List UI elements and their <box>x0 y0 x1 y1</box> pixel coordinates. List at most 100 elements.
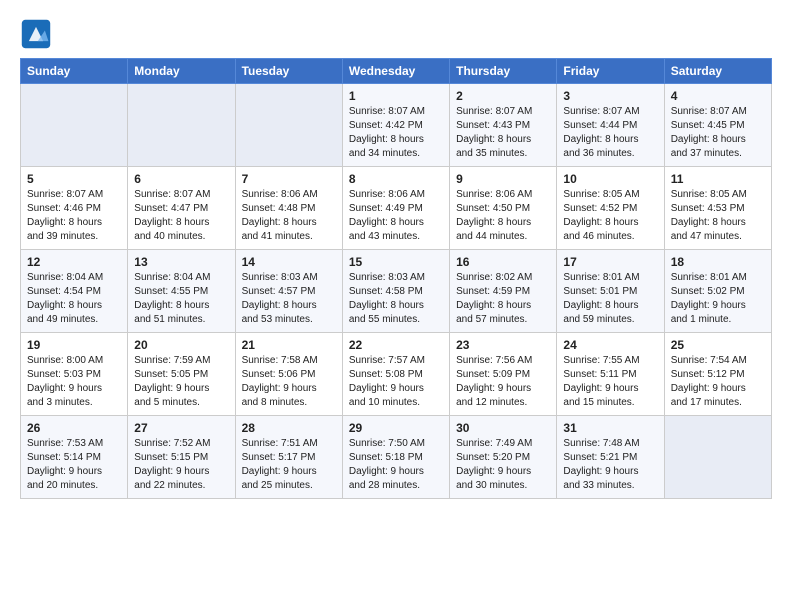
calendar-cell: 10 Sunrise: 8:05 AM Sunset: 4:52 PM Dayli… <box>557 167 664 250</box>
day-header-friday: Friday <box>557 59 664 84</box>
calendar-cell: 7 Sunrise: 8:06 AM Sunset: 4:48 PM Daylig… <box>235 167 342 250</box>
day-number: 4 <box>671 89 765 103</box>
day-info: Sunrise: 7:54 AM Sunset: 5:12 PM Dayligh… <box>671 354 765 410</box>
day-number: 9 <box>456 172 550 186</box>
calendar-cell: 24 Sunrise: 7:55 AM Sunset: 5:11 PM Dayli… <box>557 333 664 416</box>
calendar-cell <box>235 84 342 167</box>
calendar-cell: 28 Sunrise: 7:51 AM Sunset: 5:17 PM Dayli… <box>235 416 342 499</box>
day-number: 22 <box>349 338 443 352</box>
calendar-cell: 26 Sunrise: 7:53 AM Sunset: 5:14 PM Dayli… <box>21 416 128 499</box>
calendar-cell: 18 Sunrise: 8:01 AM Sunset: 5:02 PM Dayli… <box>664 250 771 333</box>
day-info: Sunrise: 8:00 AM Sunset: 5:03 PM Dayligh… <box>27 354 121 410</box>
days-header-row: SundayMondayTuesdayWednesdayThursdayFrid… <box>21 59 772 84</box>
day-info: Sunrise: 8:03 AM Sunset: 4:57 PM Dayligh… <box>242 271 336 327</box>
day-info: Sunrise: 8:04 AM Sunset: 4:55 PM Dayligh… <box>134 271 228 327</box>
week-row-2: 5Sunrise: 8:07 AM Sunset: 4:46 PM Daylig… <box>21 167 772 250</box>
day-number: 10 <box>563 172 657 186</box>
calendar-cell <box>664 416 771 499</box>
day-header-tuesday: Tuesday <box>235 59 342 84</box>
day-number: 7 <box>242 172 336 186</box>
day-header-saturday: Saturday <box>664 59 771 84</box>
day-info: Sunrise: 7:53 AM Sunset: 5:14 PM Dayligh… <box>27 437 121 493</box>
calendar-cell: 16 Sunrise: 8:02 AM Sunset: 4:59 PM Dayli… <box>450 250 557 333</box>
day-number: 24 <box>563 338 657 352</box>
calendar-cell: 13 Sunrise: 8:04 AM Sunset: 4:55 PM Dayli… <box>128 250 235 333</box>
day-number: 29 <box>349 421 443 435</box>
day-number: 19 <box>27 338 121 352</box>
logo-icon <box>20 18 52 50</box>
day-info: Sunrise: 8:04 AM Sunset: 4:54 PM Dayligh… <box>27 271 121 327</box>
day-info: Sunrise: 8:07 AM Sunset: 4:42 PM Dayligh… <box>349 105 443 161</box>
day-info: Sunrise: 8:05 AM Sunset: 4:52 PM Dayligh… <box>563 188 657 244</box>
day-number: 28 <box>242 421 336 435</box>
day-info: Sunrise: 7:49 AM Sunset: 5:20 PM Dayligh… <box>456 437 550 493</box>
day-number: 15 <box>349 255 443 269</box>
calendar-cell <box>128 84 235 167</box>
day-number: 14 <box>242 255 336 269</box>
day-info: Sunrise: 8:07 AM Sunset: 4:45 PM Dayligh… <box>671 105 765 161</box>
day-info: Sunrise: 7:55 AM Sunset: 5:11 PM Dayligh… <box>563 354 657 410</box>
day-number: 5 <box>27 172 121 186</box>
calendar-cell: 23Sunrise: 7:56 AM Sunset: 5:09 PM Dayli… <box>450 333 557 416</box>
calendar-cell: 30 Sunrise: 7:49 AM Sunset: 5:20 PM Dayli… <box>450 416 557 499</box>
calendar-cell: 14 Sunrise: 8:03 AM Sunset: 4:57 PM Dayli… <box>235 250 342 333</box>
day-number: 21 <box>242 338 336 352</box>
calendar-cell: 25 Sunrise: 7:54 AM Sunset: 5:12 PM Dayli… <box>664 333 771 416</box>
calendar-cell: 19 Sunrise: 8:00 AM Sunset: 5:03 PM Dayli… <box>21 333 128 416</box>
day-header-monday: Monday <box>128 59 235 84</box>
day-header-wednesday: Wednesday <box>342 59 449 84</box>
day-info: Sunrise: 7:51 AM Sunset: 5:17 PM Dayligh… <box>242 437 336 493</box>
calendar-cell: 29 Sunrise: 7:50 AM Sunset: 5:18 PM Dayli… <box>342 416 449 499</box>
day-number: 18 <box>671 255 765 269</box>
week-row-1: 1 Sunrise: 8:07 AM Sunset: 4:42 PM Daylig… <box>21 84 772 167</box>
day-number: 20 <box>134 338 228 352</box>
calendar-cell: 31Sunrise: 7:48 AM Sunset: 5:21 PM Dayli… <box>557 416 664 499</box>
day-info: Sunrise: 8:06 AM Sunset: 4:50 PM Dayligh… <box>456 188 550 244</box>
day-info: Sunrise: 8:07 AM Sunset: 4:47 PM Dayligh… <box>134 188 228 244</box>
calendar-cell: 4 Sunrise: 8:07 AM Sunset: 4:45 PM Daylig… <box>664 84 771 167</box>
calendar-cell: 6 Sunrise: 8:07 AM Sunset: 4:47 PM Daylig… <box>128 167 235 250</box>
week-row-4: 19 Sunrise: 8:00 AM Sunset: 5:03 PM Dayli… <box>21 333 772 416</box>
day-number: 27 <box>134 421 228 435</box>
week-row-3: 12 Sunrise: 8:04 AM Sunset: 4:54 PM Dayli… <box>21 250 772 333</box>
logo <box>20 18 56 50</box>
calendar-cell: 22 Sunrise: 7:57 AM Sunset: 5:08 PM Dayli… <box>342 333 449 416</box>
calendar-cell: 1 Sunrise: 8:07 AM Sunset: 4:42 PM Daylig… <box>342 84 449 167</box>
day-number: 13 <box>134 255 228 269</box>
calendar-cell: 9 Sunrise: 8:06 AM Sunset: 4:50 PM Daylig… <box>450 167 557 250</box>
day-header-sunday: Sunday <box>21 59 128 84</box>
calendar-table: SundayMondayTuesdayWednesdayThursdayFrid… <box>20 58 772 499</box>
day-number: 26 <box>27 421 121 435</box>
day-info: Sunrise: 8:06 AM Sunset: 4:48 PM Dayligh… <box>242 188 336 244</box>
week-row-5: 26 Sunrise: 7:53 AM Sunset: 5:14 PM Dayli… <box>21 416 772 499</box>
day-info: Sunrise: 7:59 AM Sunset: 5:05 PM Dayligh… <box>134 354 228 410</box>
calendar-cell: 15Sunrise: 8:03 AM Sunset: 4:58 PM Dayli… <box>342 250 449 333</box>
calendar-cell: 20 Sunrise: 7:59 AM Sunset: 5:05 PM Dayli… <box>128 333 235 416</box>
header <box>20 18 772 50</box>
calendar-cell: 2Sunrise: 8:07 AM Sunset: 4:43 PM Daylig… <box>450 84 557 167</box>
day-number: 3 <box>563 89 657 103</box>
day-number: 30 <box>456 421 550 435</box>
day-number: 1 <box>349 89 443 103</box>
day-number: 16 <box>456 255 550 269</box>
day-info: Sunrise: 8:01 AM Sunset: 5:02 PM Dayligh… <box>671 271 765 327</box>
calendar-cell: 3 Sunrise: 8:07 AM Sunset: 4:44 PM Daylig… <box>557 84 664 167</box>
day-number: 25 <box>671 338 765 352</box>
day-info: Sunrise: 7:58 AM Sunset: 5:06 PM Dayligh… <box>242 354 336 410</box>
calendar-cell: 8Sunrise: 8:06 AM Sunset: 4:49 PM Daylig… <box>342 167 449 250</box>
day-info: Sunrise: 8:06 AM Sunset: 4:49 PM Dayligh… <box>349 188 443 244</box>
day-info: Sunrise: 8:05 AM Sunset: 4:53 PM Dayligh… <box>671 188 765 244</box>
day-info: Sunrise: 7:57 AM Sunset: 5:08 PM Dayligh… <box>349 354 443 410</box>
day-number: 11 <box>671 172 765 186</box>
calendar-cell: 5Sunrise: 8:07 AM Sunset: 4:46 PM Daylig… <box>21 167 128 250</box>
day-number: 12 <box>27 255 121 269</box>
day-number: 17 <box>563 255 657 269</box>
day-info: Sunrise: 8:02 AM Sunset: 4:59 PM Dayligh… <box>456 271 550 327</box>
day-number: 23 <box>456 338 550 352</box>
day-info: Sunrise: 8:07 AM Sunset: 4:44 PM Dayligh… <box>563 105 657 161</box>
day-number: 2 <box>456 89 550 103</box>
day-info: Sunrise: 7:50 AM Sunset: 5:18 PM Dayligh… <box>349 437 443 493</box>
calendar-cell: 21 Sunrise: 7:58 AM Sunset: 5:06 PM Dayli… <box>235 333 342 416</box>
day-info: Sunrise: 8:01 AM Sunset: 5:01 PM Dayligh… <box>563 271 657 327</box>
day-number: 6 <box>134 172 228 186</box>
